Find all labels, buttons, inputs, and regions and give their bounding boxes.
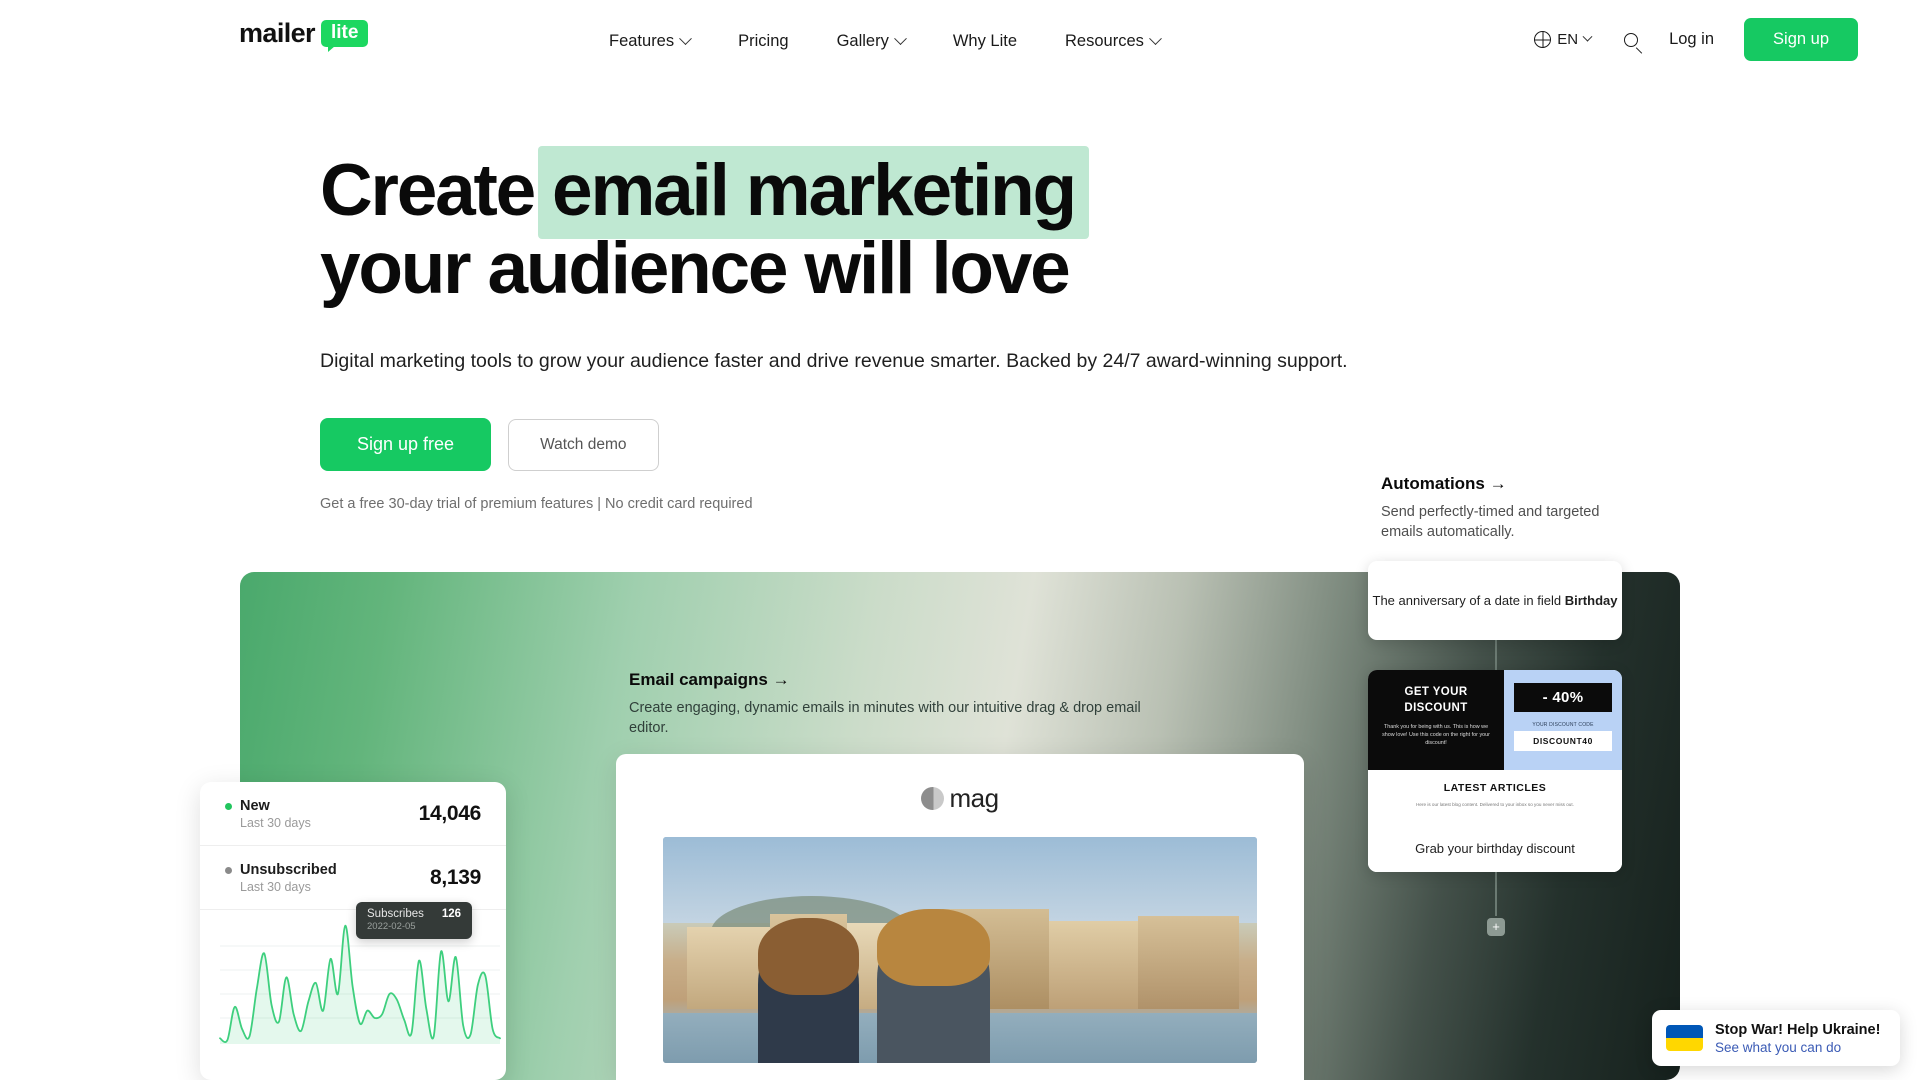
hero-section: Create email marketing your audience will… — [320, 146, 1570, 512]
photo-person-hair — [758, 918, 859, 996]
discount-code-caption: YOUR DISCOUNT CODE — [1532, 722, 1594, 728]
ukraine-flag-icon — [1666, 1025, 1703, 1051]
photo-building — [1138, 916, 1240, 1009]
articles-section: LATEST ARTICLES Here is our latest blog … — [1368, 770, 1622, 808]
stat-row-new: New Last 30 days 14,046 — [200, 782, 506, 846]
nav-item-features[interactable]: Features — [585, 26, 714, 57]
signup-button[interactable]: Sign up — [1744, 18, 1858, 61]
ukraine-banner-title: Stop War! Help Ukraine! — [1715, 1021, 1881, 1038]
photo-building — [1049, 920, 1139, 1009]
tooltip-label: Subscribes — [367, 908, 424, 920]
email-brand-logo: mag — [616, 754, 1304, 814]
trigger-text-prefix: The anniversary of a date in field — [1372, 593, 1565, 608]
automation-trigger-card[interactable]: The anniversary of a date in field Birth… — [1368, 561, 1622, 640]
ukraine-support-banner[interactable]: Stop War! Help Ukraine! See what you can… — [1652, 1010, 1900, 1066]
articles-heading: LATEST ARTICLES — [1443, 782, 1547, 794]
stat-period: Last 30 days — [240, 816, 311, 830]
tooltip-value: 126 — [441, 908, 462, 920]
trigger-text: The anniversary of a date in field Birth… — [1373, 591, 1618, 610]
chevron-down-icon — [1149, 32, 1162, 46]
stat-title: Unsubscribed — [225, 862, 337, 878]
promo-banner: GET YOUR DISCOUNT Thank you for being wi… — [1368, 670, 1622, 770]
signup-free-button[interactable]: Sign up free — [320, 418, 492, 471]
stat-labels: New Last 30 days — [225, 798, 311, 830]
search-button[interactable] — [1611, 20, 1651, 60]
chevron-down-icon — [679, 32, 692, 46]
stat-labels: Unsubscribed Last 30 days — [225, 862, 337, 894]
automation-email-card[interactable]: GET YOUR DISCOUNT Thank you for being wi… — [1368, 670, 1622, 872]
site-header: mailer lite Features Pricing Gallery Why… — [0, 0, 1920, 80]
trigger-field-name: Birthday — [1564, 593, 1618, 608]
logo-text-primary: mailer — [239, 18, 316, 48]
promo-right-panel: - 40% YOUR DISCOUNT CODE DISCOUNT40 — [1504, 670, 1622, 770]
login-link[interactable]: Log in — [1651, 22, 1732, 57]
subscriber-stats-card: New Last 30 days 14,046 Unsubscribed Las… — [200, 782, 506, 1080]
tooltip-date: 2022-02-05 — [367, 921, 416, 932]
stat-value: 14,046 — [418, 802, 482, 825]
promo-body: Thank you for being with us. This is how… — [1382, 724, 1490, 746]
logo-badge-lite: lite — [320, 20, 369, 52]
campaigns-description: Create engaging, dynamic emails in minut… — [629, 700, 1141, 736]
stat-label: New — [240, 798, 270, 814]
language-selector[interactable]: EN — [1528, 23, 1597, 56]
email-brand-name: mag — [949, 783, 999, 813]
hero-subtitle: Digital marketing tools to grow your aud… — [320, 350, 1348, 372]
stat-value: 8,139 — [429, 866, 481, 889]
site-logo[interactable]: mailer lite — [239, 18, 369, 52]
brand-mark-icon — [921, 787, 945, 810]
page-root: mailer lite Features Pricing Gallery Why… — [0, 0, 1920, 1080]
language-label: EN — [1557, 31, 1579, 48]
chevron-down-icon — [893, 32, 907, 46]
add-step-button[interactable]: + — [1487, 918, 1505, 936]
stat-title: New — [225, 798, 311, 814]
discount-code: DISCOUNT40 — [1514, 731, 1612, 751]
campaigns-block: Email campaigns → Create engaging, dynam… — [629, 670, 1149, 738]
promo-heading: GET YOUR DISCOUNT — [1404, 686, 1468, 714]
hero-heading-part2: your audience will love — [320, 228, 1071, 309]
automations-title[interactable]: Automations → — [1381, 474, 1641, 494]
email-preview-card: mag — [616, 754, 1304, 1080]
stat-label: Unsubscribed — [240, 862, 337, 878]
nav-item-why-lite[interactable]: Why Lite — [929, 26, 1041, 57]
campaigns-title[interactable]: Email campaigns → — [629, 670, 1149, 690]
nav-item-resources[interactable]: Resources — [1041, 26, 1184, 57]
globe-icon — [1534, 31, 1552, 48]
status-dot-unsubscribed — [225, 866, 232, 874]
nav-label: Resources — [1065, 32, 1144, 50]
subscribes-area-chart: Subscribes 126 2022-02-05 — [200, 902, 506, 1044]
automations-block: Automations → Send perfectly-timed and t… — [1381, 474, 1641, 542]
email-hero-photo — [663, 837, 1257, 1063]
photo-person-hair — [876, 909, 990, 987]
primary-navigation: Features Pricing Gallery Why Lite Resour… — [585, 26, 1184, 57]
tooltip-row: Subscribes 126 — [367, 908, 461, 920]
chevron-down-icon — [1582, 31, 1593, 42]
nav-item-gallery[interactable]: Gallery — [813, 26, 929, 57]
nav-label: Pricing — [738, 32, 789, 50]
hero-heading-part1: Create — [320, 150, 536, 231]
email-card-footer-label: Grab your birthday discount — [1368, 829, 1622, 872]
promo-left-panel: GET YOUR DISCOUNT Thank you for being wi… — [1368, 670, 1504, 770]
hero-heading-highlight: email marketing — [538, 146, 1089, 239]
automations-description: Send perfectly-timed and targeted emails… — [1381, 504, 1600, 540]
hero-cta-group: Sign up free Watch demo — [320, 418, 1570, 471]
nav-label: Features — [609, 32, 675, 50]
nav-label: Why Lite — [952, 32, 1018, 50]
stat-period: Last 30 days — [240, 880, 311, 894]
discount-badge: - 40% — [1514, 683, 1612, 712]
ukraine-banner-text: Stop War! Help Ukraine! See what you can… — [1715, 1022, 1880, 1055]
ukraine-banner-link[interactable]: See what you can do — [1715, 1040, 1880, 1055]
articles-body: Here is our latest blog content. Deliver… — [1416, 802, 1574, 807]
header-actions: EN Log in Sign up — [1528, 18, 1858, 61]
page-title: Create email marketing your audience will… — [320, 146, 1570, 309]
status-dot-new — [225, 802, 232, 810]
flow-connector-line — [1495, 872, 1497, 916]
stat-row-unsubscribed: Unsubscribed Last 30 days 8,139 — [200, 846, 506, 910]
search-icon — [1624, 32, 1639, 47]
chart-tooltip: Subscribes 126 2022-02-05 — [356, 902, 473, 939]
nav-label: Gallery — [836, 32, 889, 50]
nav-item-pricing[interactable]: Pricing — [714, 26, 812, 57]
watch-demo-button[interactable]: Watch demo — [508, 418, 659, 471]
